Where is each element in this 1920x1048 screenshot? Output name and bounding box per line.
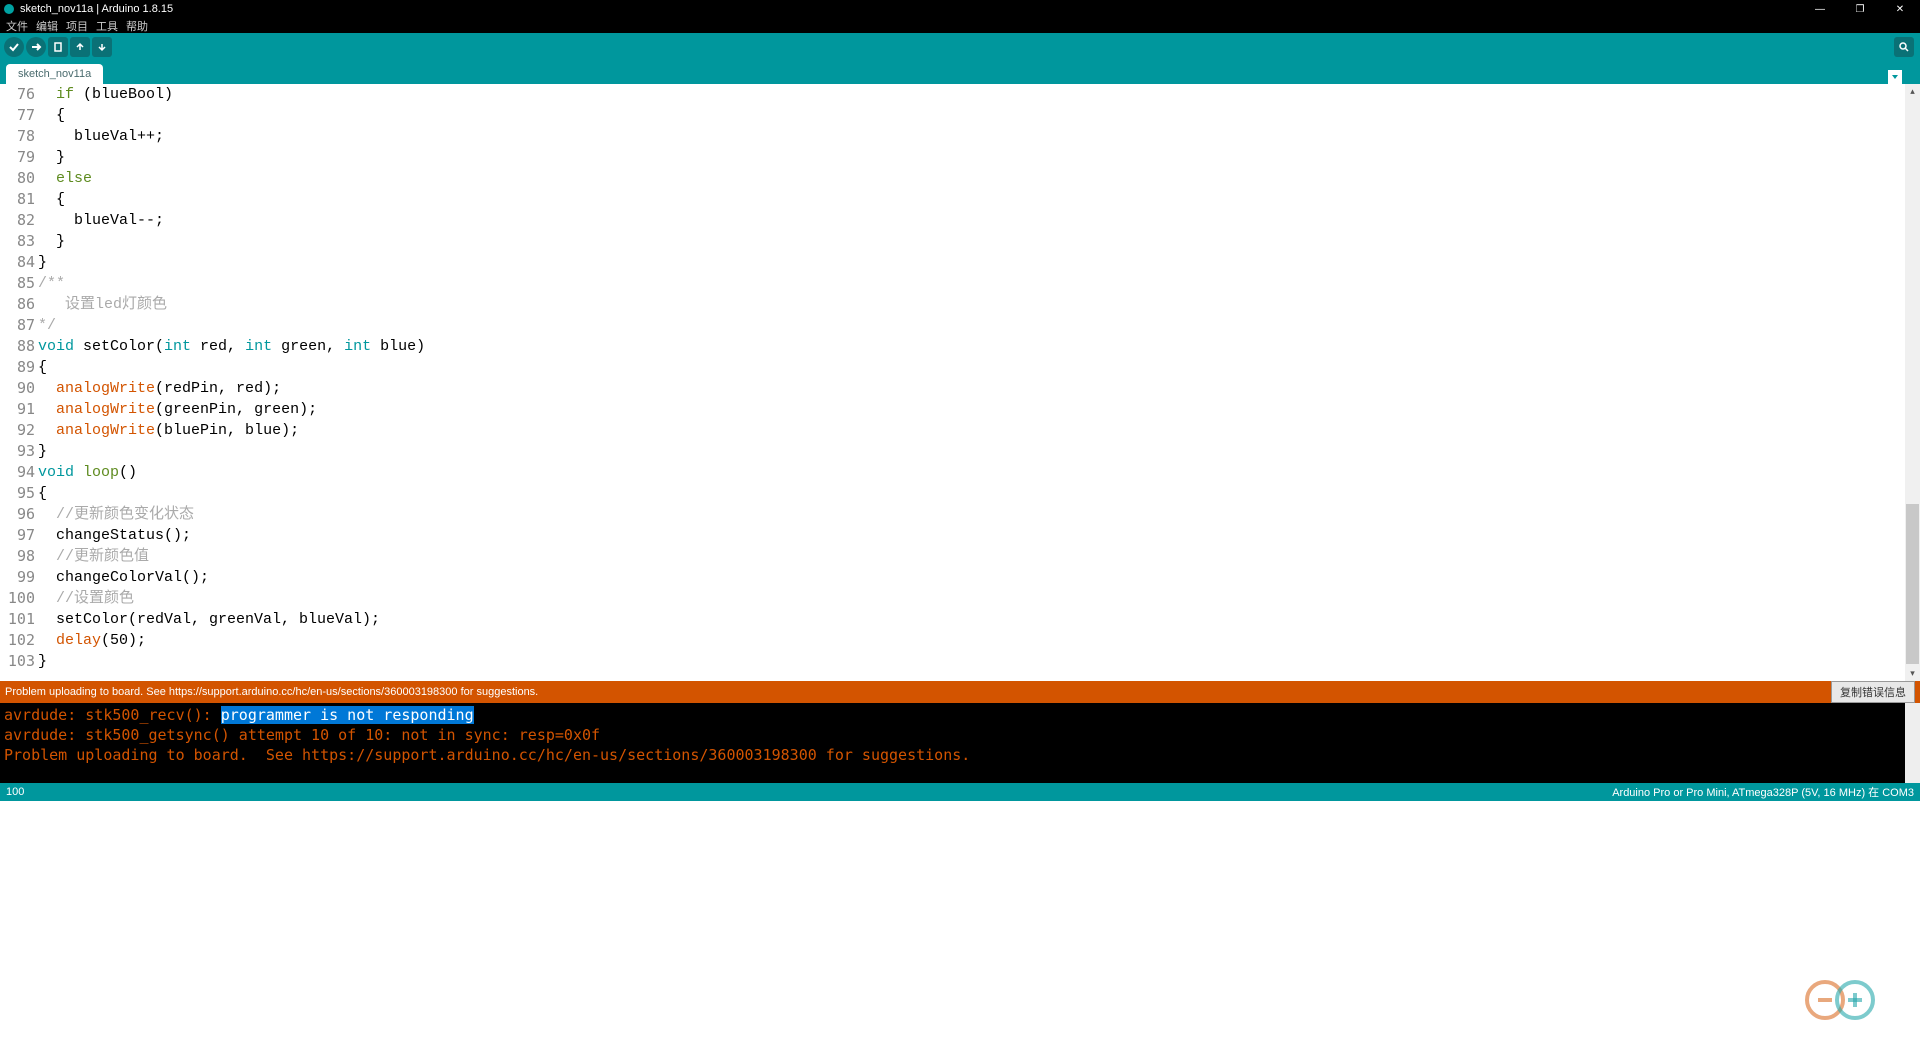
upload-button[interactable]: [26, 37, 46, 57]
toolbar: [0, 33, 1920, 60]
bottom-statusbar: 100 Arduino Pro or Pro Mini, ATmega328P …: [0, 783, 1920, 801]
menu-file[interactable]: 文件: [4, 18, 30, 34]
verify-button[interactable]: [4, 37, 24, 57]
copy-error-button[interactable]: 复制错误信息: [1831, 681, 1915, 703]
scroll-up-icon[interactable]: ▴: [1905, 84, 1920, 99]
scroll-down-icon[interactable]: ▾: [1905, 666, 1920, 681]
arduino-logo-icon: [1800, 975, 1890, 1030]
scroll-thumb[interactable]: [1906, 504, 1919, 664]
board-info: Arduino Pro or Pro Mini, ATmega328P (5V,…: [1612, 784, 1914, 800]
tab-sketch[interactable]: sketch_nov11a: [6, 64, 103, 84]
close-button[interactable]: ✕: [1880, 0, 1920, 18]
window-title: sketch_nov11a | Arduino 1.8.15: [20, 3, 1800, 15]
minimize-button[interactable]: —: [1800, 0, 1840, 18]
console-line: avrdude: stk500_getsync() attempt 10 of …: [4, 725, 1916, 745]
window-controls: — ❐ ✕: [1800, 0, 1920, 18]
console-line: avrdude: stk500_recv(): programmer is no…: [4, 705, 1916, 725]
console-output[interactable]: avrdude: stk500_recv(): programmer is no…: [0, 703, 1920, 783]
editor-scrollbar[interactable]: ▴ ▾: [1905, 84, 1920, 681]
line-gutter: 7677787980818283848586878889909192939495…: [0, 84, 38, 681]
menu-help[interactable]: 帮助: [124, 18, 150, 34]
maximize-button[interactable]: ❐: [1840, 0, 1880, 18]
console-selection: programmer is not responding: [221, 706, 474, 724]
menu-tools[interactable]: 工具: [94, 18, 120, 34]
code-area[interactable]: if (blueBool) { blueVal++; } else { blue…: [38, 84, 1920, 681]
tab-menu-button[interactable]: [1888, 70, 1902, 84]
status-message-bar: Problem uploading to board. See https://…: [0, 681, 1920, 703]
save-button[interactable]: [92, 37, 112, 57]
titlebar: sketch_nov11a | Arduino 1.8.15 — ❐ ✕: [0, 0, 1920, 18]
tabbar: sketch_nov11a: [0, 60, 1920, 84]
console-scrollbar[interactable]: [1905, 703, 1920, 783]
arduino-app-icon: [4, 4, 14, 14]
menu-edit[interactable]: 编辑: [34, 18, 60, 34]
menu-sketch[interactable]: 项目: [64, 18, 90, 34]
serial-monitor-button[interactable]: [1894, 37, 1914, 57]
console-line: Problem uploading to board. See https://…: [4, 745, 1916, 765]
menubar: 文件 编辑 项目 工具 帮助: [0, 18, 1920, 33]
code-editor[interactable]: 7677787980818283848586878889909192939495…: [0, 84, 1920, 681]
new-button[interactable]: [48, 37, 68, 57]
line-number-indicator: 100: [6, 786, 1612, 798]
status-text: Problem uploading to board. See https://…: [5, 686, 1831, 698]
open-button[interactable]: [70, 37, 90, 57]
